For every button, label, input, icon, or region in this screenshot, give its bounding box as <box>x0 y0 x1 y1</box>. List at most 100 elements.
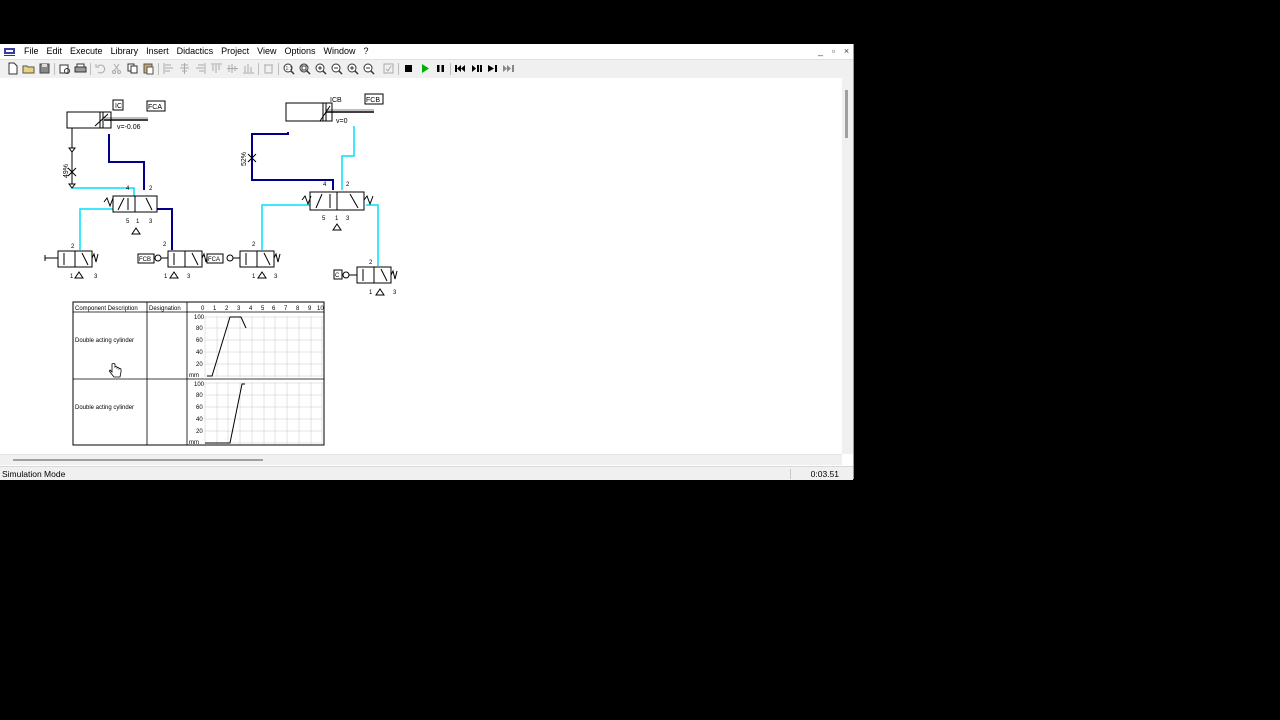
menu-window[interactable]: Window <box>320 46 360 57</box>
print-preview-icon[interactable] <box>58 62 71 75</box>
valve-3-2-c[interactable]: C 2 1 3 <box>333 260 398 296</box>
check-icon[interactable] <box>382 62 395 75</box>
align-left-icon[interactable] <box>162 62 175 75</box>
valve-1-port-2: 2 <box>149 186 153 192</box>
time-tick-10: 10 <box>317 306 324 312</box>
close-button[interactable]: × <box>840 45 853 57</box>
horizontal-scrollbar[interactable] <box>0 454 842 465</box>
cylinder-1-throttle: 49% <box>63 164 70 178</box>
zoom-all-icon[interactable] <box>314 62 327 75</box>
zoom-window-icon[interactable] <box>298 62 311 75</box>
paste-icon[interactable] <box>142 62 155 75</box>
valve-6-port-2: 2 <box>369 260 373 266</box>
menu-didactics[interactable]: Didactics <box>173 46 218 57</box>
pressure-lines <box>108 132 334 250</box>
valve-3-2-roller-fca[interactable]: FCA 2 1 3 <box>206 242 281 280</box>
menu-bar: File Edit Execute Library Insert Didacti… <box>0 44 853 59</box>
valve-2-port-4: 4 <box>323 182 327 188</box>
cylinder-1-velocity: v=-0.06 <box>117 124 141 131</box>
valve-1-port-5: 5 <box>126 219 130 225</box>
row-2-ytick-80: 80 <box>196 393 203 399</box>
vertical-scrollbar[interactable] <box>842 78 853 454</box>
valve-1-port-3: 3 <box>149 219 153 225</box>
menu-view[interactable]: View <box>253 46 280 57</box>
zoom-area-icon[interactable] <box>330 62 343 75</box>
menu-help[interactable]: ? <box>360 46 373 57</box>
restore-button[interactable]: ▫ <box>827 45 840 57</box>
zoom-in-icon[interactable] <box>346 62 359 75</box>
valve-3-2-pushbutton[interactable]: 2 1 3 <box>44 244 99 280</box>
valve-5-port-2: 2 <box>252 242 256 248</box>
row-1-ytick-80: 80 <box>196 326 203 332</box>
row-2-ytick-40: 40 <box>196 417 203 423</box>
align-top-icon[interactable] <box>210 62 223 75</box>
minimize-button[interactable]: _ <box>814 45 827 57</box>
row-2-ytick-20: 20 <box>196 429 203 435</box>
valve-2-port-2: 2 <box>346 182 350 188</box>
horizontal-scroll-thumb[interactable] <box>13 459 263 461</box>
col-description-header: Component Description <box>75 306 138 312</box>
valve-3-port-1: 1 <box>70 274 74 280</box>
valve-1-port-4: 4 <box>126 186 130 192</box>
valve-4-port-2: 2 <box>163 242 167 248</box>
displacement-diagram-table[interactable]: Component Description Designation 0 1 2 … <box>72 301 325 446</box>
cylinder-2-sensor: FCB <box>366 97 380 104</box>
open-icon[interactable] <box>22 62 35 75</box>
menu-execute[interactable]: Execute <box>66 46 107 57</box>
stop-icon[interactable] <box>402 62 415 75</box>
align-right-icon[interactable] <box>194 62 207 75</box>
circuit-diagram[interactable]: IC FCA v=-0.06 49% ICB FCB v=0 52% 4 2 5… <box>0 78 842 454</box>
row-1-ytick-40: 40 <box>196 350 203 356</box>
row-1-ytick-unit: mm <box>189 373 199 379</box>
app-logo-icon <box>4 48 15 56</box>
menu-insert[interactable]: Insert <box>142 46 173 57</box>
new-icon[interactable] <box>6 62 19 75</box>
row-1-ytick-20: 20 <box>196 362 203 368</box>
menu-file[interactable]: File <box>20 46 43 57</box>
valve-2-port-1: 1 <box>335 216 339 222</box>
cylinder-2-throttle: 52% <box>241 152 248 166</box>
step-icon[interactable] <box>470 62 483 75</box>
valve-6-tag: C <box>335 273 340 279</box>
valve-6-port-3: 3 <box>393 290 397 296</box>
valve-2-port-5: 5 <box>322 216 326 222</box>
valve-5-2-1[interactable]: 4 2 5 1 3 <box>103 186 158 235</box>
reset-icon[interactable] <box>454 62 467 75</box>
valve-5-port-3: 3 <box>274 274 278 280</box>
circuit-canvas[interactable]: IC FCA v=-0.06 49% ICB FCB v=0 52% 4 2 5… <box>0 78 842 454</box>
valve-1-port-1: 1 <box>136 219 140 225</box>
copy-icon[interactable] <box>126 62 139 75</box>
row-2-ytick-unit: mm <box>189 440 199 446</box>
step-forward-icon[interactable] <box>486 62 499 75</box>
cylinder-2[interactable]: ICB FCB v=0 52% <box>241 93 384 166</box>
valve-5-tag: FCA <box>208 257 220 263</box>
row-1-ytick-60: 60 <box>196 338 203 344</box>
undo-icon[interactable] <box>94 62 107 75</box>
skip-end-icon[interactable] <box>502 62 515 75</box>
menu-edit[interactable]: Edit <box>43 46 67 57</box>
valve-6-port-1: 1 <box>369 290 373 296</box>
valve-5-port-1: 1 <box>252 274 256 280</box>
delete-icon[interactable] <box>262 62 275 75</box>
valve-5-2-2[interactable]: 4 2 5 1 3 <box>301 182 374 231</box>
menu-library[interactable]: Library <box>107 46 143 57</box>
align-middle-icon[interactable] <box>226 62 239 75</box>
print-icon[interactable] <box>74 62 87 75</box>
vertical-scroll-thumb[interactable] <box>845 90 848 138</box>
zoom-fit-icon[interactable]: 1:1 <box>282 62 295 75</box>
row-2-description: Double acting cylinder <box>75 405 134 411</box>
cylinder-1[interactable]: IC FCA v=-0.06 49% <box>63 99 166 189</box>
align-center-icon[interactable] <box>178 62 191 75</box>
menu-project[interactable]: Project <box>217 46 253 57</box>
col-designation-header: Designation <box>149 306 181 312</box>
zoom-out-icon[interactable] <box>362 62 375 75</box>
valve-4-tag: FCB <box>139 257 151 263</box>
cut-icon[interactable] <box>110 62 123 75</box>
valve-2-port-3: 3 <box>346 216 350 222</box>
row-1-description: Double acting cylinder <box>75 338 134 344</box>
play-icon[interactable] <box>418 62 431 75</box>
pause-icon[interactable] <box>434 62 447 75</box>
save-icon[interactable] <box>38 62 51 75</box>
menu-options[interactable]: Options <box>280 46 319 57</box>
align-bottom-icon[interactable] <box>242 62 255 75</box>
